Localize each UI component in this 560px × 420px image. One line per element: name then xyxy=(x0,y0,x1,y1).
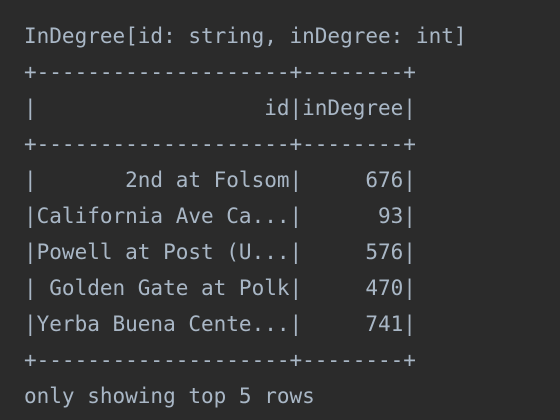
table-row: | 2nd at Folsom| 676| xyxy=(24,168,416,192)
console-panel: InDegree[id: string, inDegree: int] +----… xyxy=(0,0,560,420)
console-output[interactable]: InDegree[id: string, inDegree: int] +----… xyxy=(24,18,467,414)
table-border-bottom: +--------------------+--------+ xyxy=(24,348,416,372)
table-row: | Golden Gate at Polk| 470| xyxy=(24,276,416,300)
table-row: |Powell at Post (U...| 576| xyxy=(24,240,416,264)
table-row: |California Ave Ca...| 93| xyxy=(24,204,416,228)
footer-text: only showing top 5 rows xyxy=(24,384,315,408)
table-header-row: | id|inDegree| xyxy=(24,96,416,120)
schema-line: InDegree[id: string, inDegree: int] xyxy=(24,24,467,48)
table-row: |Yerba Buena Cente...| 741| xyxy=(24,312,416,336)
table-border-header: +--------------------+--------+ xyxy=(24,132,416,156)
table-border-top: +--------------------+--------+ xyxy=(24,60,416,84)
